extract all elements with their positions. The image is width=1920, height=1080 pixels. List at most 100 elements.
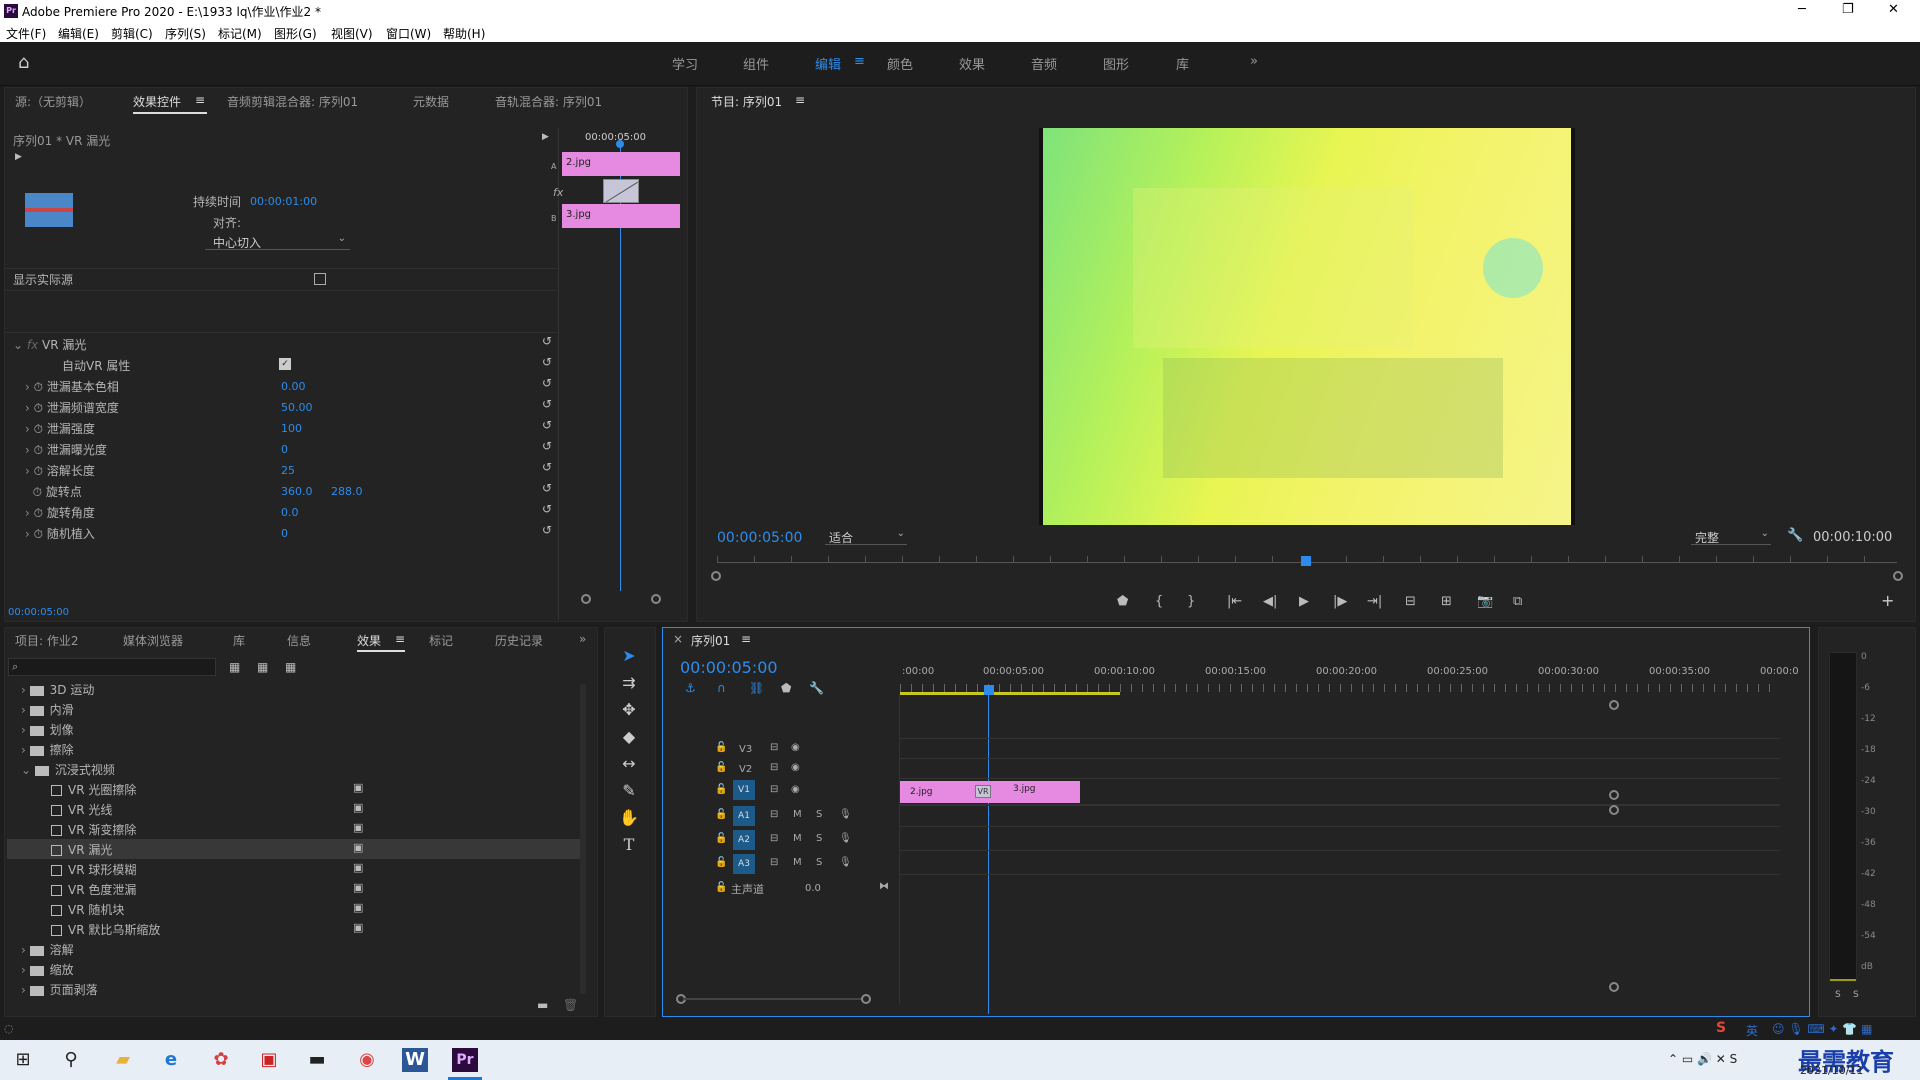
lock-icon[interactable]: 🔓 [715,833,727,844]
quality-dropdown[interactable]: 完整 ⌄ [1691,528,1771,545]
menu-sequence[interactable]: 序列(S) [165,25,206,42]
more-workspaces-icon[interactable]: » [1250,54,1258,69]
comparison-view-icon[interactable]: ⧉ [1513,594,1522,609]
reset-icon[interactable]: ↺ [542,376,552,390]
search-icon[interactable]: ⚲ [58,1048,84,1072]
effects-folder-open[interactable]: ⌄ 沉浸式视频 [21,761,115,778]
intensity-value[interactable]: 100 [281,422,302,435]
zoom-handle-right[interactable] [1893,571,1903,581]
app-icon[interactable]: ▣ [256,1048,282,1072]
rotation-value[interactable]: 0.0 [281,506,299,519]
hue-value[interactable]: 0.00 [281,380,306,393]
lock-icon[interactable]: 🔓 [715,762,727,773]
track-label-a1[interactable]: A1 [733,806,755,826]
reset-icon[interactable]: ↺ [542,418,552,432]
auto-vr-checkbox[interactable]: ✓ [279,358,291,370]
meter-solo-right[interactable]: S [1853,990,1859,1000]
vscroll-handle-audio[interactable] [1609,805,1619,815]
sync-lock-icon[interactable]: ⊟ [770,833,778,844]
chrome-icon[interactable]: ◉ [354,1048,380,1072]
effect-item[interactable]: VR 默比乌斯缩放 [51,921,160,938]
timeline-transition[interactable]: VR [975,785,991,798]
panel-menu-icon[interactable]: ≡ [741,632,751,646]
ripple-edit-tool-icon[interactable]: ✥ [619,700,639,719]
reset-icon[interactable]: ↺ [542,355,552,369]
exposure-value[interactable]: 0 [281,443,288,456]
effect-item[interactable]: VR 光圈擦除 [51,781,136,798]
eye-icon[interactable]: ◉ [791,784,800,795]
tab-metadata[interactable]: 元数据 [413,93,449,110]
track-select-tool-icon[interactable]: ⇉ [619,673,639,692]
tab-history[interactable]: 历史记录 [495,632,543,649]
master-volume-value[interactable]: 0.0 [805,883,821,894]
effects-folder[interactable]: › 擦除 [21,741,74,758]
step-forward-icon[interactable]: |▶ [1333,594,1347,609]
mini-transition[interactable] [603,179,639,203]
ime-lang[interactable]: 英 [1746,1022,1758,1039]
lock-icon[interactable]: 🔓 [715,784,727,795]
effects-folder[interactable]: › 溶解 [21,941,74,958]
duration-value[interactable]: 00:00:01:00 [250,195,317,208]
reset-icon[interactable]: ↺ [542,397,552,411]
reset-icon[interactable]: ↺ [542,334,552,348]
menu-clip[interactable]: 剪辑(C) [111,25,153,42]
mute-button[interactable]: M [793,833,802,844]
work-area-bar[interactable] [900,692,1120,695]
menu-graphics[interactable]: 图形(G) [274,25,317,42]
timeline-settings-icon[interactable]: 🔧 [809,681,824,695]
panel-menu-icon[interactable]: ≡ [395,632,405,646]
effect-timecode[interactable]: 00:00:05:00 [8,607,69,618]
windows-start-icon[interactable]: ⊞ [10,1048,36,1072]
selection-tool-icon[interactable]: ➤ [619,646,639,665]
workspace-color[interactable]: 颜色 [887,54,913,73]
workspace-editing[interactable]: 编辑 [815,54,841,73]
32bit-effects-icon[interactable]: ▦ [257,660,268,674]
sync-lock-icon[interactable]: ⊟ [770,762,778,773]
align-dropdown[interactable]: 中心切入 ⌄ [205,233,350,250]
meter-solo-left[interactable]: S [1835,990,1841,1000]
file-explorer-icon[interactable]: ▰ [110,1048,136,1072]
effect-item[interactable]: VR 球形模糊 [51,861,136,878]
play-icon[interactable]: ▶ [1299,594,1309,609]
delete-icon[interactable]: 🗑 [563,998,578,1012]
program-playhead[interactable] [1301,556,1311,566]
tab-effect-controls[interactable]: 效果控件 [133,93,181,110]
sequence-tab[interactable]: 序列01 [691,632,730,649]
mark-in-icon[interactable]: { [1155,594,1163,609]
lock-icon[interactable]: 🔓 [715,809,727,820]
effects-folder[interactable]: › 内滑 [21,701,74,718]
terminal-icon[interactable]: ▬ [304,1048,330,1072]
more-tabs-icon[interactable]: » [579,632,586,646]
workspace-assembly[interactable]: 组件 [743,54,769,73]
add-marker-icon[interactable]: ⬟ [1117,594,1128,609]
play-preview-icon[interactable]: ▶ [542,132,549,142]
close-sequence-icon[interactable]: × [673,632,683,646]
new-bin-icon[interactable]: ▬ [537,998,548,1012]
accelerated-effects-icon[interactable]: ▦ [229,660,240,674]
lock-icon[interactable]: 🔓 [715,742,727,753]
effects-scrollbar[interactable] [580,684,586,994]
menu-help[interactable]: 帮助(H) [443,25,485,42]
ime-toolbar-icons[interactable]: ☺ 🎙 ⌨ ✦ 👕 ▦ [1772,1022,1872,1036]
reset-icon[interactable]: ↺ [542,523,552,537]
add-marker-icon[interactable]: ⬟ [781,681,791,695]
effect-item[interactable]: VR 随机块 [51,901,124,918]
eye-icon[interactable]: ◉ [791,762,800,773]
slip-tool-icon[interactable]: ↔ [619,754,639,773]
linked-selection-icon[interactable]: ⛓ [749,681,764,695]
effect-item[interactable]: VR 渐变擦除 [51,821,136,838]
effects-folder[interactable]: › 划像 [21,721,74,738]
track-label-a2[interactable]: A2 [733,830,755,850]
solo-button[interactable]: S [816,809,822,820]
system-tray-icons[interactable]: ⌃ ▭ 🔊 ✕ S [1668,1052,1737,1066]
sync-lock-icon[interactable]: ⊟ [770,742,778,753]
snap-icon[interactable]: ∩ [717,681,726,695]
eye-icon[interactable]: ◉ [791,742,800,753]
workspace-effects[interactable]: 效果 [959,54,985,73]
workspace-menu-icon[interactable]: ≡ [854,54,865,69]
workspace-audio[interactable]: 音频 [1031,54,1057,73]
extract-icon[interactable]: ⊞ [1441,594,1452,609]
solo-button[interactable]: S [816,857,822,868]
maximize-icon[interactable]: ❐ [1842,2,1854,17]
mini-clip-b[interactable]: 3.jpg [562,204,680,228]
